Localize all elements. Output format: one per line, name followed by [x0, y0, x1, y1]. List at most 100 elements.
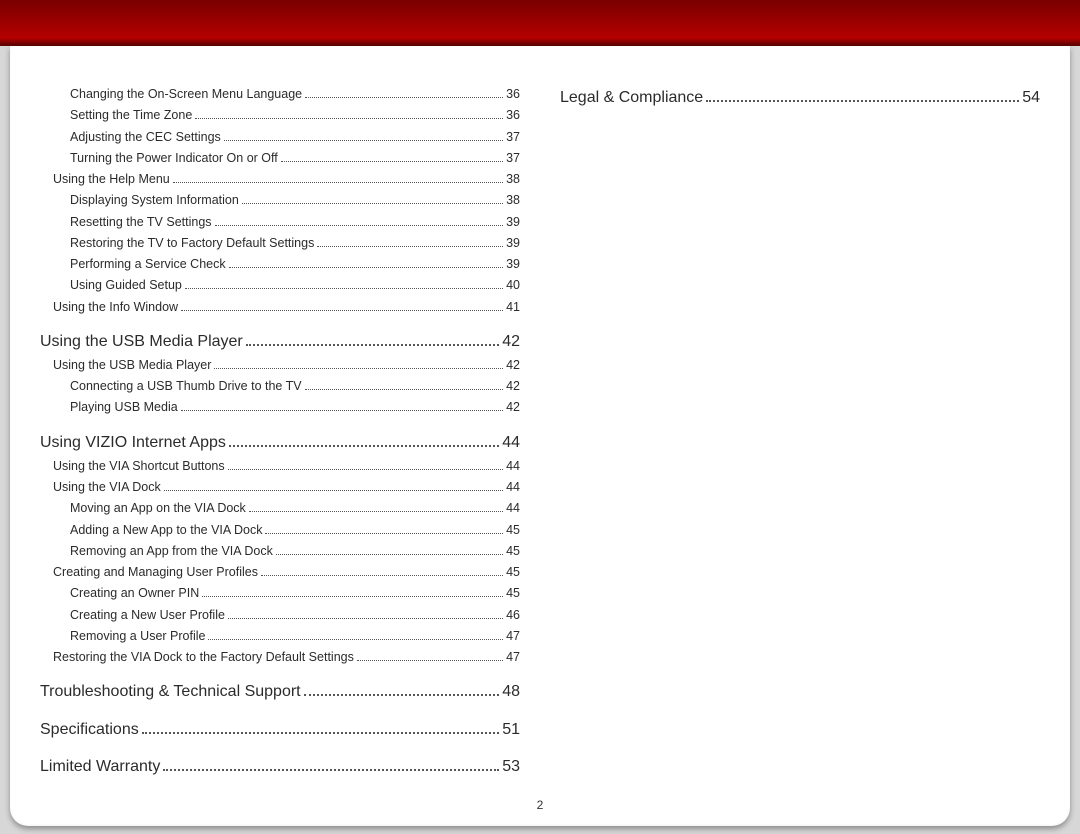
toc-entry-title: Using VIZIO Internet Apps: [40, 429, 226, 456]
toc-leader: [164, 480, 503, 492]
toc-entry[interactable]: Creating a New User Profile46: [70, 605, 520, 626]
toc-entry-title: Using the VIA Dock: [53, 477, 161, 498]
toc-entry-title: Setting the Time Zone: [70, 105, 192, 126]
toc-entry[interactable]: Removing a User Profile47: [70, 626, 520, 647]
toc-entry[interactable]: Using VIZIO Internet Apps 44: [40, 429, 520, 456]
toc-leader: [281, 150, 503, 162]
toc-leader: [181, 400, 503, 412]
toc-leader: [246, 330, 499, 346]
toc-entry-title: Legal & Compliance: [560, 84, 703, 111]
page-number: 2: [10, 798, 1070, 812]
toc-entry-page: 51: [502, 716, 520, 743]
toc-entry-title: Changing the On-Screen Menu Language: [70, 84, 302, 105]
toc-entry-title: Restoring the TV to Factory Default Sett…: [70, 233, 314, 254]
toc-entry-page: 36: [506, 84, 520, 105]
toc-entry-page: 42: [506, 355, 520, 376]
toc-entry[interactable]: Changing the On-Screen Menu Language 36: [70, 84, 520, 105]
toc-entry-title: Using the VIA Shortcut Buttons: [53, 456, 225, 477]
toc-leader: [706, 86, 1019, 102]
toc-entry-page: 45: [506, 583, 520, 604]
toc-entry-page: 36: [506, 105, 520, 126]
toc-entry-title: Playing USB Media: [70, 397, 178, 418]
toc-leader: [276, 543, 503, 555]
toc-entry[interactable]: Using the USB Media Player42: [40, 328, 520, 355]
toc-leader: [163, 755, 499, 771]
toc-entry[interactable]: Specifications 51: [40, 716, 520, 743]
toc-entry[interactable]: Limited Warranty 53: [40, 753, 520, 780]
toc-entry[interactable]: Using the USB Media Player42: [53, 355, 520, 376]
toc-leader: [195, 108, 503, 120]
toc-leader: [265, 522, 503, 534]
toc-entry-title: Troubleshooting & Technical Support: [40, 678, 301, 705]
toc-entry[interactable]: Using the Help Menu38: [53, 169, 520, 190]
table-of-contents: Changing the On-Screen Menu Language36Se…: [40, 84, 1040, 816]
toc-entry[interactable]: Setting the Time Zone 36: [70, 105, 520, 126]
toc-entry-title: Connecting a USB Thumb Drive to the TV: [70, 376, 302, 397]
toc-entry[interactable]: Creating an Owner PIN 45: [70, 583, 520, 604]
toc-leader: [305, 379, 503, 391]
toc-entry[interactable]: Removing an App from the VIA Dock45: [70, 541, 520, 562]
toc-leader: [317, 235, 503, 247]
toc-leader: [202, 586, 503, 598]
toc-entry-title: Restoring the VIA Dock to the Factory De…: [53, 647, 354, 668]
toc-entry-title: Using the Info Window: [53, 297, 178, 318]
toc-leader: [261, 565, 503, 577]
toc-entry[interactable]: Using the VIA Dock 44: [53, 477, 520, 498]
toc-entry-title: Turning the Power Indicator On or Off: [70, 148, 278, 169]
toc-leader: [228, 458, 503, 470]
toc-entry[interactable]: Restoring the VIA Dock to the Factory De…: [53, 647, 520, 668]
toc-leader: [215, 214, 504, 226]
toc-entry[interactable]: Performing a Service Check39: [70, 254, 520, 275]
toc-entry-page: 38: [506, 190, 520, 211]
toc-leader: [304, 681, 500, 697]
toc-entry-page: 37: [506, 127, 520, 148]
toc-entry-page: 53: [502, 753, 520, 780]
toc-entry-page: 47: [506, 626, 520, 647]
toc-entry[interactable]: Legal & Compliance54: [560, 84, 1040, 111]
toc-entry[interactable]: Using the Info Window41: [53, 297, 520, 318]
toc-entry[interactable]: Using Guided Setup 40: [70, 275, 520, 296]
toc-leader: [208, 628, 503, 640]
toc-entry-title: Resetting the TV Settings: [70, 212, 212, 233]
toc-entry-page: 44: [506, 477, 520, 498]
toc-leader: [249, 501, 503, 513]
toc-entry-title: Using the Help Menu: [53, 169, 170, 190]
toc-entry[interactable]: Restoring the TV to Factory Default Sett…: [70, 233, 520, 254]
toc-entry-page: 45: [506, 520, 520, 541]
toc-entry-page: 39: [506, 254, 520, 275]
toc-leader: [185, 278, 503, 290]
toc-leader: [142, 718, 499, 734]
toc-entry-page: 45: [506, 541, 520, 562]
toc-entry[interactable]: Resetting the TV Settings39: [70, 212, 520, 233]
toc-entry[interactable]: Connecting a USB Thumb Drive to the TV42: [70, 376, 520, 397]
toc-leader: [229, 256, 503, 268]
toc-entry-page: 48: [502, 678, 520, 705]
toc-entry-page: 45: [506, 562, 520, 583]
toc-entry-page: 44: [506, 456, 520, 477]
toc-entry[interactable]: Playing USB Media42: [70, 397, 520, 418]
toc-entry[interactable]: Adjusting the CEC Settings 37: [70, 127, 520, 148]
toc-entry[interactable]: Creating and Managing User Profiles 45: [53, 562, 520, 583]
toc-entry-title: Creating an Owner PIN: [70, 583, 199, 604]
toc-entry-title: Limited Warranty: [40, 753, 160, 780]
toc-leader: [224, 129, 503, 141]
toc-entry[interactable]: Displaying System Information38: [70, 190, 520, 211]
toc-entry-title: Using the USB Media Player: [40, 328, 243, 355]
toc-entry[interactable]: Adding a New App to the VIA Dock45: [70, 520, 520, 541]
toc-entry-page: 37: [506, 148, 520, 169]
toc-entry[interactable]: Moving an App on the VIA Dock44: [70, 498, 520, 519]
toc-entry-title: Specifications: [40, 716, 139, 743]
toc-entry-title: Moving an App on the VIA Dock: [70, 498, 246, 519]
toc-entry-page: 44: [502, 429, 520, 456]
toc-entry-page: 40: [506, 275, 520, 296]
toc-leader: [242, 193, 503, 205]
toc-entry-title: Creating and Managing User Profiles: [53, 562, 258, 583]
toc-leader: [228, 607, 503, 619]
toc-entry-title: Using Guided Setup: [70, 275, 182, 296]
toc-leader: [229, 431, 499, 447]
toc-entry-title: Adjusting the CEC Settings: [70, 127, 221, 148]
toc-entry[interactable]: Turning the Power Indicator On or Off 37: [70, 148, 520, 169]
toc-entry[interactable]: Troubleshooting & Technical Support 48: [40, 678, 520, 705]
toc-entry[interactable]: Using the VIA Shortcut Buttons 44: [53, 456, 520, 477]
toc-entry-page: 46: [506, 605, 520, 626]
